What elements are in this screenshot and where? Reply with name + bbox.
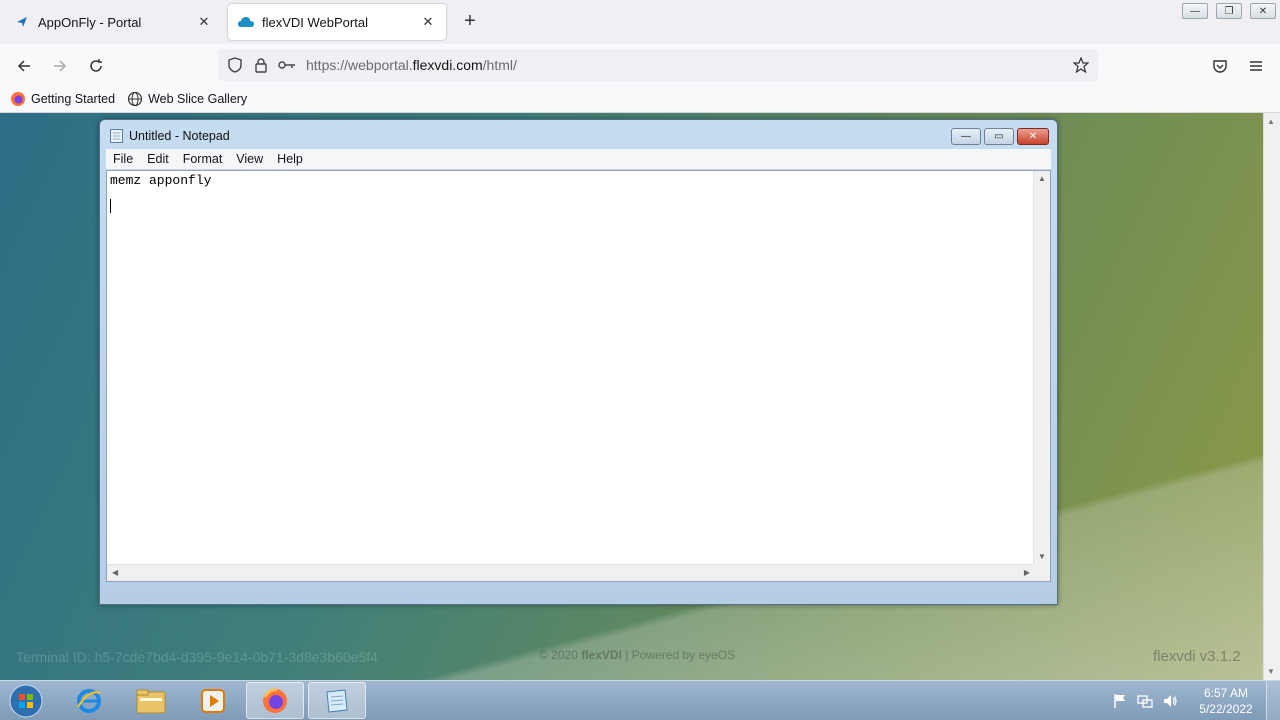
tab-apponfly-portal[interactable]: AppOnFly - Portal ✕ xyxy=(4,4,222,40)
taskbar-notepad[interactable] xyxy=(308,682,366,719)
notepad-title: Untitled - Notepad xyxy=(129,129,230,143)
send-arrow-icon xyxy=(14,14,30,30)
notepad-minimize-button[interactable]: — xyxy=(951,128,981,145)
clock-date: 5/22/2022 xyxy=(1199,702,1253,716)
firefox-icon xyxy=(10,91,26,107)
back-arrow-icon xyxy=(17,60,30,72)
notepad-icon xyxy=(326,688,348,713)
notepad-window[interactable]: Untitled - Notepad — ▭ ✕ File Edit Forma… xyxy=(99,119,1058,605)
notepad-vertical-scrollbar[interactable]: ▲ ▼ xyxy=(1033,171,1050,564)
restore-button[interactable]: ❐ xyxy=(1216,3,1242,19)
globe-icon xyxy=(127,91,143,107)
scroll-down-icon[interactable]: ▼ xyxy=(1267,667,1275,676)
portal-copyright: © 2020 flexVDI | Powered by eyeOS xyxy=(539,648,736,662)
windows-logo-icon xyxy=(9,684,43,718)
tab-label: AppOnFly - Portal xyxy=(38,14,142,30)
lock-icon[interactable] xyxy=(252,56,270,74)
menu-format[interactable]: Format xyxy=(176,152,230,166)
clock[interactable]: 6:57 AM 5/22/2022 xyxy=(1186,685,1266,717)
notepad-maximize-button[interactable]: ▭ xyxy=(984,128,1014,145)
volume-icon[interactable] xyxy=(1161,692,1179,710)
scroll-down-icon[interactable]: ▼ xyxy=(1038,552,1046,561)
scroll-right-icon[interactable]: ▶ xyxy=(1024,568,1030,577)
bookmark-getting-started[interactable]: Getting Started xyxy=(10,91,115,107)
notepad-icon xyxy=(110,128,124,144)
menu-help[interactable]: Help xyxy=(270,152,310,166)
url-text[interactable]: https://webportal.flexvdi.com/html/ xyxy=(306,57,517,73)
windows-taskbar: 6:57 AM 5/22/2022 xyxy=(0,680,1280,720)
notepad-horizontal-scrollbar[interactable]: ◀ ▶ xyxy=(107,564,1035,581)
tab-flexvdi-webportal[interactable]: flexVDI WebPortal ✕ xyxy=(228,4,446,40)
notepad-close-button[interactable]: ✕ xyxy=(1017,128,1049,145)
clock-time: 6:57 AM xyxy=(1203,686,1249,700)
scroll-up-icon[interactable]: ▲ xyxy=(1267,117,1275,126)
shield-icon[interactable] xyxy=(226,56,244,74)
text-caret xyxy=(110,199,111,213)
pocket-icon xyxy=(1213,60,1227,73)
media-player-icon xyxy=(201,688,225,713)
scroll-up-icon[interactable]: ▲ xyxy=(1038,174,1046,183)
taskbar-file-explorer[interactable] xyxy=(122,682,180,719)
menu-edit[interactable]: Edit xyxy=(140,152,176,166)
terminal-id: Terminal ID: h5-7cde7bd4-d395-9e14-0b71-… xyxy=(16,649,378,665)
firefox-icon xyxy=(263,687,287,713)
notepad-menubar: File Edit Format View Help xyxy=(106,149,1051,169)
forward-arrow-icon xyxy=(54,60,67,72)
tab-strip: AppOnFly - Portal ✕ flexVDI WebPortal ✕ … xyxy=(0,0,1280,44)
menu-view[interactable]: View xyxy=(229,152,270,166)
back-button[interactable] xyxy=(10,52,38,80)
hamburger-menu-icon xyxy=(1250,61,1262,71)
start-button[interactable] xyxy=(6,682,46,720)
page-vertical-scrollbar[interactable]: ▲ ▼ xyxy=(1263,113,1280,680)
taskbar-media-player[interactable] xyxy=(184,682,242,719)
scroll-left-icon[interactable]: ◀ xyxy=(112,568,118,577)
close-window-button[interactable]: ✕ xyxy=(1250,3,1276,19)
bookmark-label: Web Slice Gallery xyxy=(148,92,248,106)
address-bar[interactable]: https://webportal.flexvdi.com/html/ xyxy=(218,49,1098,81)
notepad-content[interactable]: memz apponfly xyxy=(110,173,211,189)
show-desktop-button[interactable] xyxy=(1266,681,1280,720)
taskbar-firefox[interactable] xyxy=(246,682,304,719)
forward-button[interactable] xyxy=(46,52,74,80)
folder-icon xyxy=(136,689,166,713)
notepad-titlebar[interactable]: Untitled - Notepad xyxy=(110,128,230,144)
bookmark-web-slice-gallery[interactable]: Web Slice Gallery xyxy=(127,91,247,107)
portal-version: flexvdi v3.1.2 xyxy=(1153,648,1241,665)
pocket-button[interactable] xyxy=(1206,52,1234,80)
reload-icon xyxy=(90,59,102,72)
action-center-flag-icon[interactable] xyxy=(1111,692,1129,710)
reload-button[interactable] xyxy=(82,52,110,80)
notepad-text-area[interactable]: memz apponfly ▲ ▼ ◀ ▶ xyxy=(106,170,1051,582)
key-icon[interactable] xyxy=(278,56,296,74)
taskbar-internet-explorer[interactable] xyxy=(60,682,118,719)
menu-button[interactable] xyxy=(1242,52,1270,80)
cloud-icon xyxy=(238,14,254,30)
bookmark-star-icon[interactable] xyxy=(1072,56,1090,74)
network-icon[interactable] xyxy=(1136,692,1154,710)
new-tab-button[interactable]: + xyxy=(460,11,480,32)
bookmarks-toolbar: Getting Started Web Slice Gallery xyxy=(0,86,1280,113)
internet-explorer-icon xyxy=(77,688,101,713)
tab-label: flexVDI WebPortal xyxy=(262,14,368,30)
bookmark-label: Getting Started xyxy=(31,92,116,106)
resize-grip[interactable] xyxy=(1033,564,1050,581)
minimize-button[interactable]: — xyxy=(1182,3,1208,19)
system-tray: 6:57 AM 5/22/2022 xyxy=(1111,681,1280,720)
close-tab-icon[interactable]: ✕ xyxy=(196,14,212,30)
close-tab-icon[interactable]: ✕ xyxy=(420,14,436,30)
menu-file[interactable]: File xyxy=(106,152,140,166)
